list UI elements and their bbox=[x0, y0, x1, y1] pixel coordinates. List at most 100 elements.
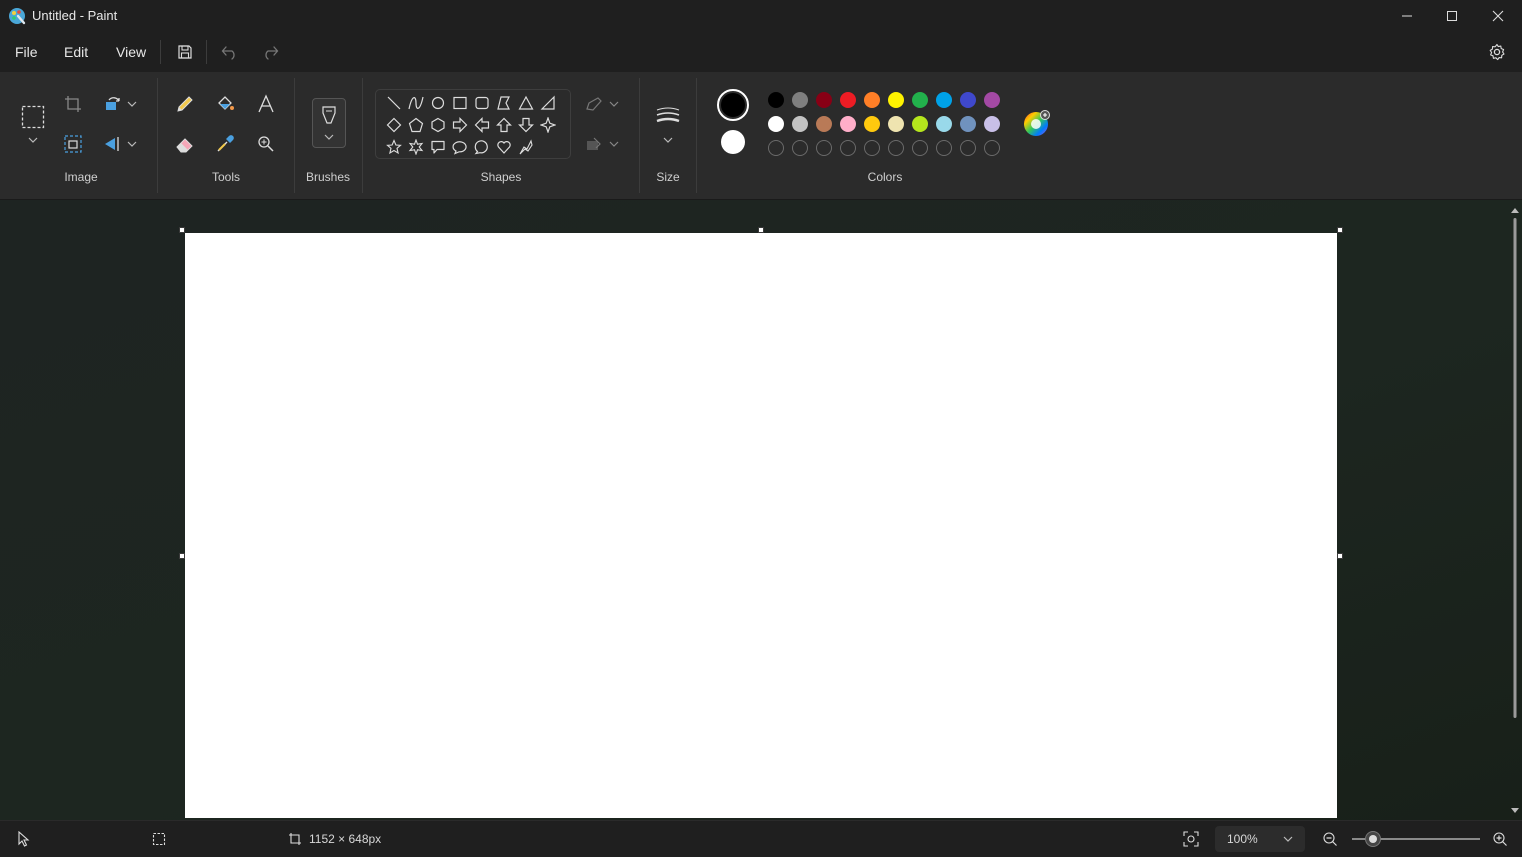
fill-button[interactable] bbox=[213, 92, 237, 116]
drawing-canvas[interactable] bbox=[185, 233, 1337, 818]
curve-shape-icon bbox=[408, 96, 424, 110]
shape-triangle[interactable] bbox=[516, 93, 536, 113]
color-swatch[interactable] bbox=[816, 116, 832, 132]
redo-button[interactable] bbox=[257, 40, 283, 64]
shape-outline-button[interactable] bbox=[584, 92, 604, 116]
shape-curve[interactable] bbox=[406, 93, 426, 113]
resize-handle-right[interactable] bbox=[1337, 553, 1343, 559]
color-swatch[interactable] bbox=[864, 116, 880, 132]
size-button[interactable] bbox=[654, 102, 682, 146]
shape-hexagon[interactable] bbox=[428, 115, 448, 135]
shape-down-arrow[interactable] bbox=[516, 115, 536, 135]
color-swatch[interactable] bbox=[888, 92, 904, 108]
shape-lightning[interactable] bbox=[516, 137, 536, 157]
resize-handle-left[interactable] bbox=[179, 553, 185, 559]
settings-button[interactable] bbox=[1484, 40, 1510, 64]
menu-file[interactable]: File bbox=[15, 44, 38, 60]
vertical-scrollbar[interactable] bbox=[1508, 204, 1522, 818]
custom-color-slot[interactable] bbox=[816, 140, 832, 156]
color-picker-button[interactable] bbox=[213, 132, 237, 156]
custom-color-slot[interactable] bbox=[888, 140, 904, 156]
shape-rect-callout[interactable] bbox=[428, 137, 448, 157]
color-swatch[interactable] bbox=[768, 116, 784, 132]
custom-color-slot[interactable] bbox=[840, 140, 856, 156]
edit-colors-button[interactable] bbox=[1022, 108, 1052, 138]
secondary-color-button[interactable] bbox=[721, 130, 745, 154]
shape-up-arrow[interactable] bbox=[494, 115, 514, 135]
color-swatch[interactable] bbox=[936, 92, 952, 108]
color-swatch[interactable] bbox=[888, 116, 904, 132]
flip-button[interactable] bbox=[101, 132, 125, 156]
color-swatch[interactable] bbox=[936, 116, 952, 132]
flip-dropdown[interactable] bbox=[124, 132, 140, 156]
custom-color-slot[interactable] bbox=[792, 140, 808, 156]
color-swatch[interactable] bbox=[792, 116, 808, 132]
menu-view[interactable]: View bbox=[116, 44, 146, 60]
color-swatch[interactable] bbox=[984, 92, 1000, 108]
shape-right-arrow[interactable] bbox=[450, 115, 470, 135]
brushes-button[interactable] bbox=[312, 98, 346, 148]
image-resize-button[interactable] bbox=[61, 132, 85, 156]
shape-five-point-star[interactable] bbox=[384, 137, 404, 157]
shape-oval-callout[interactable] bbox=[450, 137, 470, 157]
color-swatch[interactable] bbox=[768, 92, 784, 108]
shape-fill-button[interactable] bbox=[584, 132, 604, 156]
shape-four-point-star[interactable] bbox=[538, 115, 558, 135]
menu-edit[interactable]: Edit bbox=[64, 44, 88, 60]
primary-color-button[interactable] bbox=[717, 89, 749, 121]
shape-pentagon[interactable] bbox=[406, 115, 426, 135]
magnifier-button[interactable] bbox=[254, 132, 278, 156]
minimize-button[interactable] bbox=[1384, 0, 1430, 32]
resize-handle-top-right[interactable] bbox=[1337, 227, 1343, 233]
shape-outline-dropdown[interactable] bbox=[606, 92, 622, 116]
shape-right-triangle[interactable] bbox=[538, 93, 558, 113]
color-swatch[interactable] bbox=[816, 92, 832, 108]
color-swatch[interactable] bbox=[840, 92, 856, 108]
shape-left-arrow[interactable] bbox=[472, 115, 492, 135]
color-swatch[interactable] bbox=[912, 92, 928, 108]
selection-button[interactable] bbox=[20, 104, 46, 130]
zoom-in-button[interactable] bbox=[1488, 827, 1512, 851]
color-swatch[interactable] bbox=[840, 116, 856, 132]
custom-color-slot[interactable] bbox=[984, 140, 1000, 156]
color-swatch[interactable] bbox=[864, 92, 880, 108]
color-swatch[interactable] bbox=[960, 92, 976, 108]
custom-color-slot[interactable] bbox=[768, 140, 784, 156]
shape-six-point-star[interactable] bbox=[406, 137, 426, 157]
custom-color-slot[interactable] bbox=[912, 140, 928, 156]
shape-rectangle[interactable] bbox=[450, 93, 470, 113]
zoom-level-dropdown[interactable]: 100% bbox=[1215, 826, 1305, 852]
crop-button[interactable] bbox=[61, 92, 85, 116]
resize-handle-top[interactable] bbox=[758, 227, 764, 233]
shape-cloud-callout[interactable] bbox=[472, 137, 492, 157]
maximize-button[interactable] bbox=[1429, 0, 1475, 32]
fit-to-window-button[interactable] bbox=[1179, 827, 1203, 851]
resize-handle-top-left[interactable] bbox=[179, 227, 185, 233]
color-swatch[interactable] bbox=[984, 116, 1000, 132]
close-button[interactable] bbox=[1475, 0, 1521, 32]
shape-diamond[interactable] bbox=[384, 115, 404, 135]
text-button[interactable] bbox=[254, 92, 278, 116]
color-swatch[interactable] bbox=[960, 116, 976, 132]
color-swatch[interactable] bbox=[912, 116, 928, 132]
selection-dropdown[interactable] bbox=[21, 132, 45, 148]
shape-polygon[interactable] bbox=[494, 93, 514, 113]
rotate-button[interactable] bbox=[101, 92, 125, 116]
custom-color-slot[interactable] bbox=[864, 140, 880, 156]
save-button[interactable] bbox=[172, 40, 198, 64]
color-swatch[interactable] bbox=[792, 92, 808, 108]
shape-line[interactable] bbox=[384, 93, 404, 113]
shape-heart[interactable] bbox=[494, 137, 514, 157]
custom-color-slot[interactable] bbox=[960, 140, 976, 156]
shape-rounded-rectangle[interactable] bbox=[472, 93, 492, 113]
zoom-slider[interactable] bbox=[1352, 831, 1482, 847]
shape-oval[interactable] bbox=[428, 93, 448, 113]
rotate-dropdown[interactable] bbox=[124, 92, 140, 116]
zoom-slider-thumb[interactable] bbox=[1365, 831, 1381, 847]
eraser-button[interactable] bbox=[173, 132, 197, 156]
shape-fill-dropdown[interactable] bbox=[606, 132, 622, 156]
custom-color-slot[interactable] bbox=[936, 140, 952, 156]
pencil-button[interactable] bbox=[173, 92, 197, 116]
undo-button[interactable] bbox=[217, 40, 243, 64]
zoom-out-button[interactable] bbox=[1318, 827, 1342, 851]
